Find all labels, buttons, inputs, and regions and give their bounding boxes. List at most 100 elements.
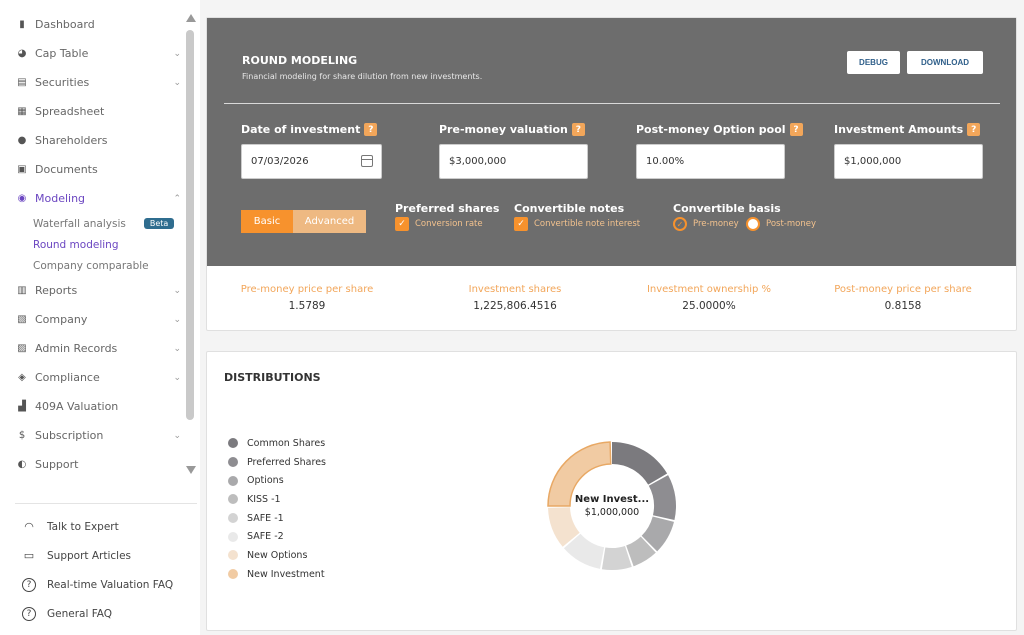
sidebar-item-modeling[interactable]: ◉ Modeling ⌃ xyxy=(0,184,185,213)
beta-badge: Beta xyxy=(143,218,175,229)
legend-label: SAFE -1 xyxy=(247,512,284,524)
sidebar-item-reports[interactable]: ▥ Reports ⌄ xyxy=(0,276,185,305)
chevron-down-icon[interactable]: ⌄ xyxy=(173,49,181,59)
sidebar-divider xyxy=(15,503,197,504)
chevron-up-icon[interactable]: ⌃ xyxy=(173,194,181,204)
post-money-radio-label: Post-money xyxy=(766,219,816,229)
legend-label: Common Shares xyxy=(247,437,326,449)
submenu-item-round-modeling[interactable]: Round modeling xyxy=(33,234,185,255)
chevron-down-icon[interactable]: ⌄ xyxy=(173,315,181,325)
legend-swatch xyxy=(228,513,238,524)
sidebar-item-compliance[interactable]: ◈ Compliance ⌄ xyxy=(0,363,185,392)
help-icon[interactable]: ? xyxy=(967,123,981,136)
metric-label: Pre-money price per share xyxy=(240,284,374,295)
modeling-submenu: Waterfall analysis Beta Round modeling Comp… xyxy=(0,213,185,276)
pre-money-label-text: Pre-money valuation xyxy=(439,123,568,136)
donut-slice-safe-1[interactable] xyxy=(601,545,632,570)
post-money-radio[interactable]: Post-money xyxy=(746,217,816,231)
sidebar-item-409a-valuation[interactable]: ▟ 409A Valuation xyxy=(0,392,185,421)
metric-pre-money-price: Pre-money price per share 1.5789 xyxy=(207,284,407,312)
sidebar-item-company[interactable]: ▧ Company ⌄ xyxy=(0,305,185,334)
chart-legend: Common Shares Preferred Shares Options KISS… xyxy=(228,434,326,584)
checkmark-icon: ✓ xyxy=(514,217,528,231)
help-link-real-time-valuation-faq[interactable]: ? Real-time Valuation FAQ xyxy=(22,570,173,599)
sidebar-item-securities[interactable]: ▤ Securities ⌄ xyxy=(0,68,185,97)
metric-value: 25.0000% xyxy=(682,300,736,312)
investment-amounts-label: Investment Amounts ? xyxy=(834,123,981,136)
scroll-up-arrow-icon[interactable] xyxy=(186,14,196,22)
pre-money-radio[interactable]: ✓ Pre-money xyxy=(673,217,739,231)
sidebar-item-subscription[interactable]: $ Subscription ⌄ xyxy=(0,421,185,450)
spreadsheet-icon: ▦ xyxy=(17,106,27,117)
legend-item[interactable]: New Investment xyxy=(228,565,326,584)
chevron-down-icon[interactable]: ⌄ xyxy=(173,78,181,88)
help-icon[interactable]: ? xyxy=(789,123,803,136)
date-of-investment-input[interactable]: 07/03/2026 xyxy=(241,144,382,179)
pre-money-valuation-label: Pre-money valuation ? xyxy=(439,123,585,136)
sidebar-item-label: Modeling xyxy=(35,192,86,205)
sidebar-item-label: 409A Valuation xyxy=(35,400,119,413)
help-icon[interactable]: ? xyxy=(364,123,378,136)
legend-item[interactable]: Options xyxy=(228,471,326,490)
legend-item[interactable]: SAFE -1 xyxy=(228,509,326,528)
date-of-investment-label: Date of investment ? xyxy=(241,123,378,136)
help-icon[interactable]: ? xyxy=(571,123,585,136)
sidebar-item-support[interactable]: ◐ Support xyxy=(0,450,185,479)
pre-money-valuation-input[interactable]: $3,000,000 xyxy=(439,144,588,179)
download-button[interactable]: DOWNLOAD xyxy=(907,51,983,74)
conversion-rate-checkbox[interactable]: ✓ Conversion rate xyxy=(395,217,483,231)
advanced-toggle[interactable]: Advanced xyxy=(293,210,366,233)
legend-label: New Options xyxy=(247,549,308,561)
chevron-down-icon[interactable]: ⌄ xyxy=(173,431,181,441)
round-modeling-panel: ROUND MODELING Financial modeling for sh… xyxy=(207,18,1016,266)
chevron-down-icon[interactable]: ⌄ xyxy=(173,373,181,383)
app: ▮ Dashboard ◕ Cap Table ⌄ ▤ Securities ⌄ ▦ Spread… xyxy=(0,0,1024,635)
calendar-icon[interactable] xyxy=(361,155,373,167)
sidebar-item-admin-records[interactable]: ▨ Admin Records ⌄ xyxy=(0,334,185,363)
pre-money-radio-label: Pre-money xyxy=(693,219,739,229)
legend-swatch xyxy=(228,494,238,505)
investment-amount-value: $1,000,000 xyxy=(844,156,902,167)
option-pool-input[interactable]: 10.00% xyxy=(636,144,785,179)
sidebar-item-label: Reports xyxy=(35,284,78,297)
basic-toggle[interactable]: Basic xyxy=(241,210,293,233)
sidebar-item-label: Support xyxy=(35,458,79,471)
user-icon: ● xyxy=(17,135,27,146)
help-link-support-articles[interactable]: ▭ Support Articles xyxy=(22,541,173,570)
submenu-item-label: Round modeling xyxy=(33,238,119,251)
legend-item[interactable]: KISS -1 xyxy=(228,490,326,509)
sidebar-item-shareholders[interactable]: ● Shareholders xyxy=(0,126,185,155)
metric-value: 1.5789 xyxy=(288,300,326,312)
legend-item[interactable]: SAFE -2 xyxy=(228,527,326,546)
scroll-down-arrow-icon[interactable] xyxy=(186,466,196,474)
sidebar-item-documents[interactable]: ▣ Documents xyxy=(0,155,185,184)
submenu-item-waterfall-analysis[interactable]: Waterfall analysis Beta xyxy=(33,213,185,234)
legend-item[interactable]: New Options xyxy=(228,546,326,565)
sidebar-item-cap-table[interactable]: ◕ Cap Table ⌄ xyxy=(0,39,185,68)
submenu-item-company-comparable[interactable]: Company comparable xyxy=(33,255,185,276)
legend-item[interactable]: Common Shares xyxy=(228,434,326,453)
sidebar-item-spreadsheet[interactable]: ▦ Spreadsheet xyxy=(0,97,185,126)
debug-button[interactable]: DEBUG xyxy=(847,51,900,74)
sidebar-item-label: Compliance xyxy=(35,371,100,384)
metric-post-money-price: Post-money price per share 0.8158 xyxy=(803,284,1003,312)
donut-slice-common-shares[interactable] xyxy=(612,442,668,485)
question-icon: ? xyxy=(22,577,36,592)
help-link-label: Talk to Expert xyxy=(47,520,119,533)
chevron-down-icon[interactable]: ⌄ xyxy=(173,344,181,354)
scroll-thumb[interactable] xyxy=(186,30,194,420)
sidebar-item-dashboard[interactable]: ▮ Dashboard xyxy=(0,10,185,39)
legend-item[interactable]: Preferred Shares xyxy=(228,453,326,472)
book-icon: ▭ xyxy=(23,549,35,562)
sidebar-scrollbar[interactable] xyxy=(186,14,196,476)
checkmark-icon: ✓ xyxy=(395,217,409,231)
help-link-label: Support Articles xyxy=(47,549,131,562)
convertible-note-interest-checkbox[interactable]: ✓ Convertible note interest xyxy=(514,217,640,231)
chevron-down-icon[interactable]: ⌄ xyxy=(173,286,181,296)
help-link-general-faq[interactable]: ? General FAQ xyxy=(22,599,173,628)
option-pool-value: 10.00% xyxy=(646,156,685,167)
investment-amounts-input[interactable]: $1,000,000 xyxy=(834,144,983,179)
help-link-talk-to-expert[interactable]: ◠ Talk to Expert xyxy=(22,512,173,541)
legend-label: SAFE -2 xyxy=(247,531,284,543)
metric-label: Investment shares xyxy=(468,284,562,295)
